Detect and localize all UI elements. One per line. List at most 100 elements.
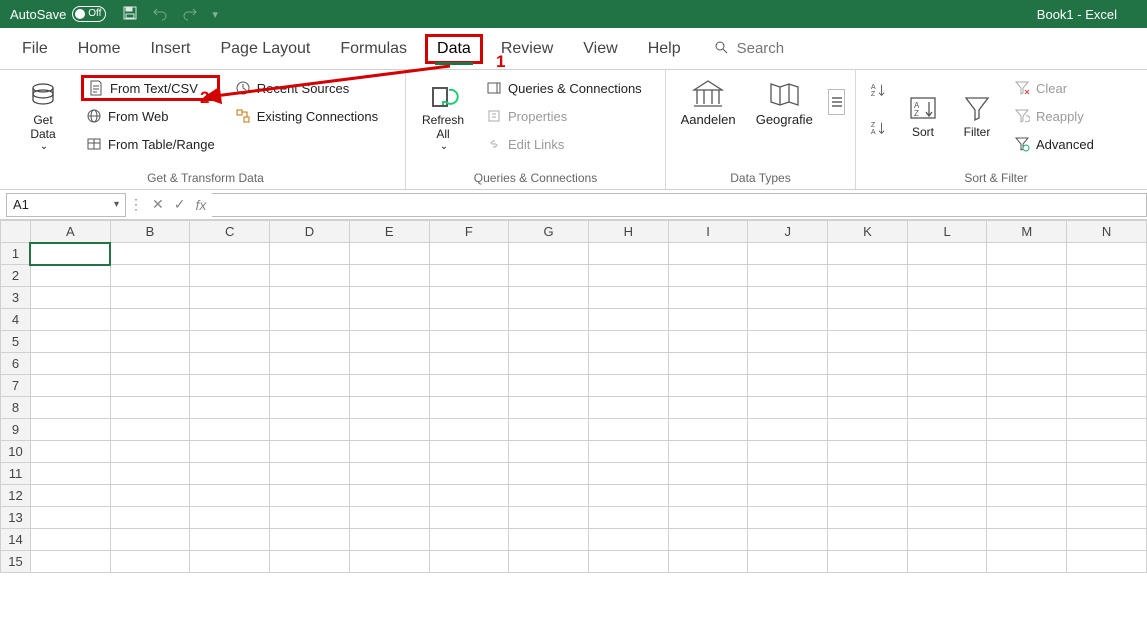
cell[interactable] <box>110 265 190 287</box>
cell[interactable] <box>588 353 668 375</box>
cell[interactable] <box>907 485 987 507</box>
cell[interactable] <box>349 529 429 551</box>
cell[interactable] <box>509 485 589 507</box>
cell[interactable] <box>748 353 828 375</box>
column-header[interactable]: F <box>429 221 509 243</box>
cell[interactable] <box>987 243 1067 265</box>
cell[interactable] <box>270 353 350 375</box>
cell[interactable] <box>828 551 908 573</box>
column-header[interactable]: I <box>668 221 748 243</box>
cell[interactable] <box>668 265 748 287</box>
cell[interactable] <box>1067 529 1147 551</box>
cell[interactable] <box>349 419 429 441</box>
cell[interactable] <box>987 551 1067 573</box>
column-header[interactable]: E <box>349 221 429 243</box>
cell[interactable] <box>349 397 429 419</box>
cell[interactable] <box>588 551 668 573</box>
cell[interactable] <box>190 551 270 573</box>
cell[interactable] <box>509 551 589 573</box>
cell[interactable] <box>748 375 828 397</box>
cell[interactable] <box>30 331 110 353</box>
cell[interactable] <box>1067 243 1147 265</box>
cell[interactable] <box>668 485 748 507</box>
cell[interactable] <box>509 353 589 375</box>
cell[interactable] <box>349 507 429 529</box>
cell[interactable] <box>349 463 429 485</box>
tab-home[interactable]: Home <box>66 34 133 64</box>
cell[interactable] <box>509 507 589 529</box>
cell[interactable] <box>748 309 828 331</box>
cell[interactable] <box>588 243 668 265</box>
cell[interactable] <box>987 485 1067 507</box>
cell[interactable] <box>429 287 509 309</box>
cell[interactable] <box>30 463 110 485</box>
cancel-formula-icon[interactable]: ✕ <box>152 196 164 213</box>
data-types-more[interactable] <box>828 89 845 115</box>
cell[interactable] <box>509 529 589 551</box>
cell[interactable] <box>828 331 908 353</box>
cell[interactable] <box>429 397 509 419</box>
cell[interactable] <box>668 309 748 331</box>
cell[interactable] <box>190 441 270 463</box>
cell[interactable] <box>668 375 748 397</box>
cell[interactable] <box>110 529 190 551</box>
cell[interactable] <box>1067 397 1147 419</box>
tab-view[interactable]: View <box>571 34 629 64</box>
cell[interactable] <box>30 529 110 551</box>
cell[interactable] <box>1067 309 1147 331</box>
get-data-button[interactable]: Get Data ⌄ <box>16 76 70 156</box>
cell[interactable] <box>30 419 110 441</box>
cell[interactable] <box>190 485 270 507</box>
row-header[interactable]: 1 <box>1 243 31 265</box>
cell[interactable] <box>110 419 190 441</box>
search-input[interactable] <box>737 35 857 63</box>
cell[interactable] <box>987 463 1067 485</box>
cell[interactable] <box>509 243 589 265</box>
sort-asc-button[interactable]: AZ <box>866 76 890 104</box>
cell[interactable] <box>748 397 828 419</box>
cell[interactable] <box>30 375 110 397</box>
formula-input[interactable] <box>212 193 1147 217</box>
cell[interactable] <box>588 507 668 529</box>
cell[interactable] <box>509 463 589 485</box>
redo-icon[interactable] <box>182 5 198 24</box>
row-header[interactable]: 12 <box>1 485 31 507</box>
cell[interactable] <box>349 243 429 265</box>
cell[interactable] <box>907 397 987 419</box>
cell[interactable] <box>509 309 589 331</box>
row-header[interactable]: 13 <box>1 507 31 529</box>
cell[interactable] <box>828 485 908 507</box>
cell[interactable] <box>270 419 350 441</box>
cell[interactable] <box>987 331 1067 353</box>
cell[interactable] <box>748 551 828 573</box>
cell[interactable] <box>748 265 828 287</box>
cell[interactable] <box>748 243 828 265</box>
cell[interactable] <box>668 331 748 353</box>
cell[interactable] <box>907 243 987 265</box>
cell[interactable] <box>509 331 589 353</box>
cell[interactable] <box>1067 419 1147 441</box>
tab-data[interactable]: Data <box>425 34 483 64</box>
cell[interactable] <box>429 441 509 463</box>
cell[interactable] <box>828 243 908 265</box>
cell[interactable] <box>907 287 987 309</box>
accept-formula-icon[interactable]: ✓ <box>174 196 186 213</box>
row-header[interactable]: 9 <box>1 419 31 441</box>
cell[interactable] <box>1067 265 1147 287</box>
cell[interactable] <box>668 551 748 573</box>
cell[interactable] <box>429 353 509 375</box>
row-header[interactable]: 3 <box>1 287 31 309</box>
cell[interactable] <box>30 309 110 331</box>
cell[interactable] <box>987 441 1067 463</box>
from-text-csv-button[interactable]: From Text/CSV <box>82 76 219 100</box>
cell[interactable] <box>907 551 987 573</box>
cell[interactable] <box>987 265 1067 287</box>
cell[interactable] <box>349 551 429 573</box>
tab-help[interactable]: Help <box>636 34 693 64</box>
column-header[interactable]: N <box>1067 221 1147 243</box>
column-header[interactable]: H <box>588 221 668 243</box>
cell[interactable] <box>668 507 748 529</box>
cell[interactable] <box>509 375 589 397</box>
cell[interactable] <box>349 353 429 375</box>
data-type-geografie[interactable]: Geografie <box>752 76 816 127</box>
